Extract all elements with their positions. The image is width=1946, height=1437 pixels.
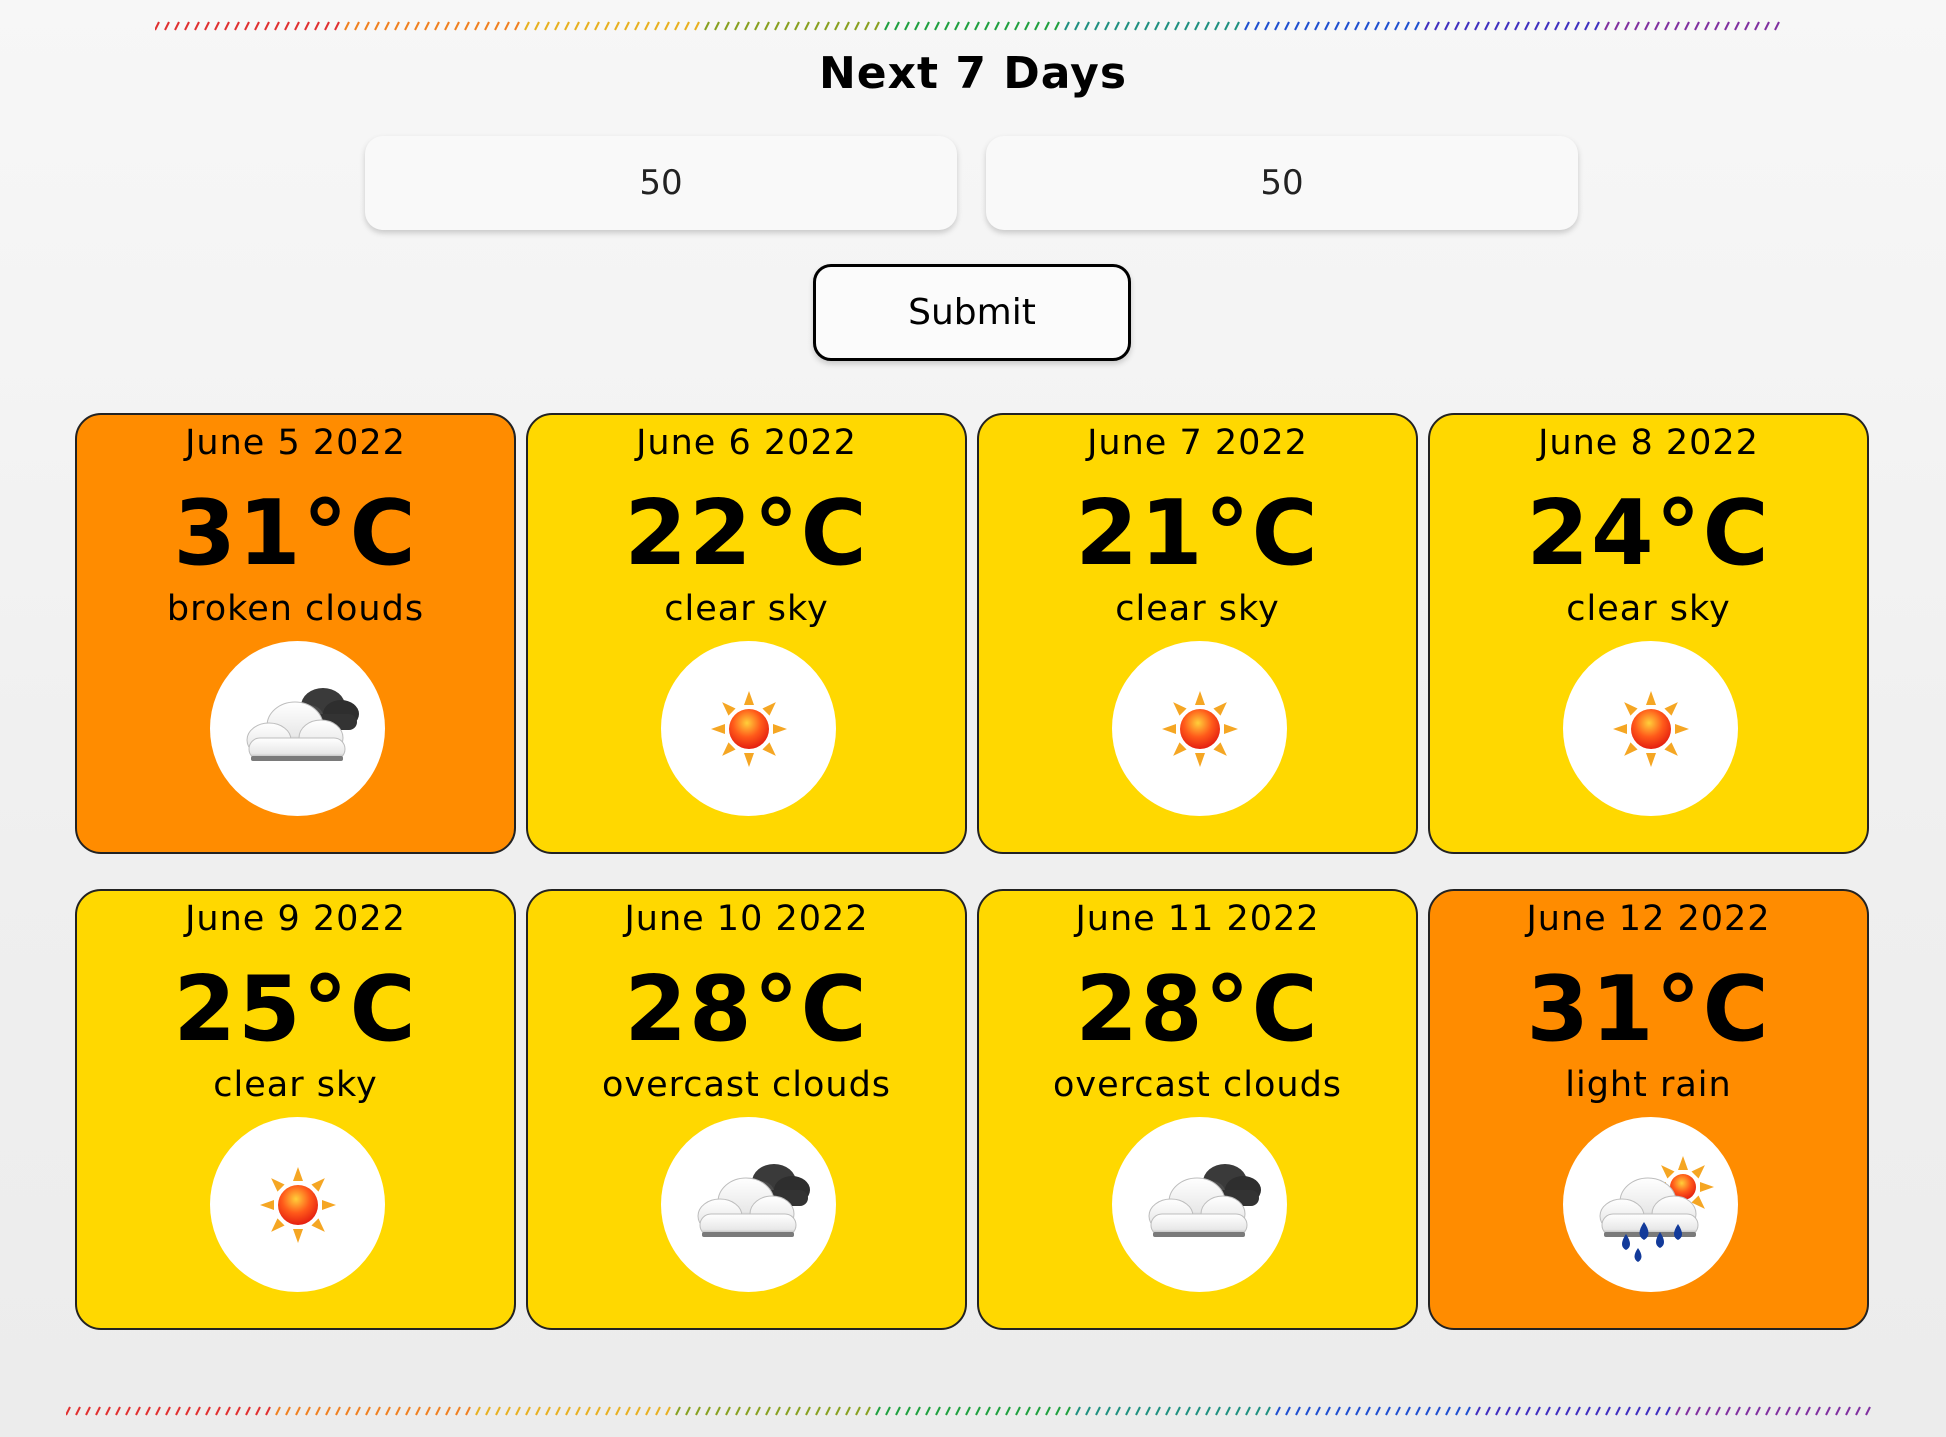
forecast-description: clear sky [213,1065,378,1105]
forecast-card: June 11 2022 28°C overcast clouds [977,889,1418,1330]
forecast-temperature: 31°C [173,481,418,586]
weather-icon-circle [1563,641,1738,816]
forecast-description: light rain [1565,1065,1732,1105]
sun-icon [674,654,824,804]
forecast-description: overcast clouds [1052,1065,1343,1105]
forecast-temperature: 22°C [624,481,869,586]
forecast-date: June 12 2022 [1526,899,1771,939]
forecast-card: June 9 2022 25°C clear sky [75,889,516,1330]
forecast-temperature: 24°C [1526,481,1771,586]
overcast-clouds-icon [1125,1130,1275,1280]
decorative-stripe-bottom [66,1406,1881,1416]
forecast-date: June 8 2022 [1538,423,1759,463]
forecast-date: June 11 2022 [1075,899,1320,939]
forecast-description: clear sky [664,589,829,629]
submit-button[interactable]: Submit [813,264,1131,361]
weather-icon-circle [1112,641,1287,816]
weather-icon-circle [661,641,836,816]
latitude-input[interactable] [365,136,957,230]
weather-icon-circle [210,1117,385,1292]
forecast-date: June 9 2022 [185,899,406,939]
weather-icon-circle [661,1117,836,1292]
forecast-date: June 5 2022 [185,423,406,463]
decorative-stripe-top [155,21,1790,31]
forecast-temperature: 25°C [173,957,418,1062]
sun-icon [223,1130,373,1280]
forecast-card: June 8 2022 24°C clear sky [1428,413,1869,854]
longitude-input[interactable] [986,136,1578,230]
forecast-grid: June 5 2022 31°C broken clouds June 6 20… [75,413,1869,1330]
weather-icon-circle [1563,1117,1738,1292]
forecast-card: June 5 2022 31°C broken clouds [75,413,516,854]
forecast-temperature: 21°C [1075,481,1320,586]
forecast-description: clear sky [1566,589,1731,629]
forecast-description: clear sky [1115,589,1280,629]
forecast-temperature: 28°C [624,957,869,1062]
forecast-date: June 10 2022 [624,899,869,939]
broken-clouds-icon [223,654,373,804]
overcast-clouds-icon [674,1130,824,1280]
forecast-description: overcast clouds [601,1065,892,1105]
sun-icon [1125,654,1275,804]
forecast-card: June 6 2022 22°C clear sky [526,413,967,854]
forecast-card: June 12 2022 31°C light rain [1428,889,1869,1330]
page-title: Next 7 Days [818,48,1128,99]
forecast-date: June 7 2022 [1087,423,1308,463]
forecast-temperature: 28°C [1075,957,1320,1062]
sun-icon [1576,654,1726,804]
weather-icon-circle [210,641,385,816]
forecast-description: broken clouds [166,589,425,629]
light-rain-icon [1576,1130,1726,1280]
forecast-date: June 6 2022 [636,423,857,463]
forecast-card: June 10 2022 28°C overcast clouds [526,889,967,1330]
weather-icon-circle [1112,1117,1287,1292]
forecast-card: June 7 2022 21°C clear sky [977,413,1418,854]
forecast-temperature: 31°C [1526,957,1771,1062]
